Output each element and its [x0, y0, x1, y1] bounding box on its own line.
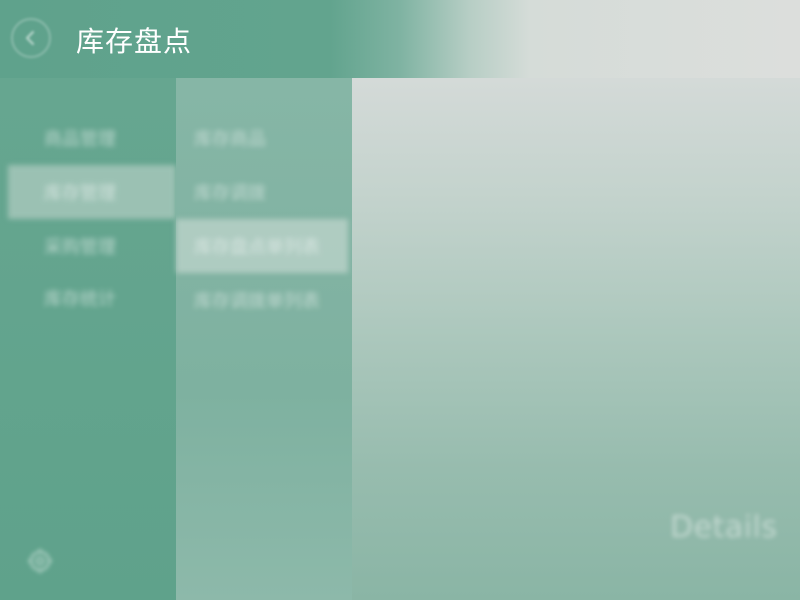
subnav-item-inventory-goods[interactable]: 库存商品: [176, 111, 348, 165]
nav-item-product-management[interactable]: 商品管理: [0, 111, 176, 165]
nav-item-label: 商品管理: [44, 129, 116, 150]
subnav-item-label: 库存调拨: [194, 183, 266, 204]
details-link[interactable]: Details: [670, 510, 778, 545]
nav-item-label: 采购管理: [44, 237, 116, 258]
primary-nav: 商品管理 库存管理 采购管理 库存统计: [0, 78, 176, 600]
app-header: 库存盘点: [0, 0, 800, 78]
back-button[interactable]: [11, 18, 51, 58]
nav-item-inventory-statistics[interactable]: 库存统计: [0, 271, 176, 325]
subnav-item-label: 库存盘点单列表: [194, 237, 320, 258]
nav-item-purchase-management[interactable]: 采购管理: [0, 219, 176, 273]
nav-item-label: 库存统计: [44, 289, 116, 310]
content-pane: Details: [352, 78, 800, 600]
arrow-left-icon: [26, 31, 34, 45]
page-title: 库存盘点: [76, 25, 193, 58]
settings-icon: [28, 549, 52, 573]
subnav-item-transfer-list[interactable]: 库存调拨单列表: [176, 273, 348, 327]
nav-item-label: 库存管理: [44, 183, 116, 204]
subnav-item-stocktake-list[interactable]: 库存盘点单列表: [176, 219, 348, 273]
secondary-nav: 库存商品 库存调拨 库存盘点单列表 库存调拨单列表: [176, 78, 352, 600]
settings-button[interactable]: [27, 548, 53, 574]
nav-item-inventory-management[interactable]: 库存管理: [8, 165, 176, 219]
subnav-item-label: 库存商品: [194, 129, 266, 150]
subnav-item-label: 库存调拨单列表: [194, 291, 320, 312]
subnav-item-inventory-transfer[interactable]: 库存调拨: [176, 165, 348, 219]
